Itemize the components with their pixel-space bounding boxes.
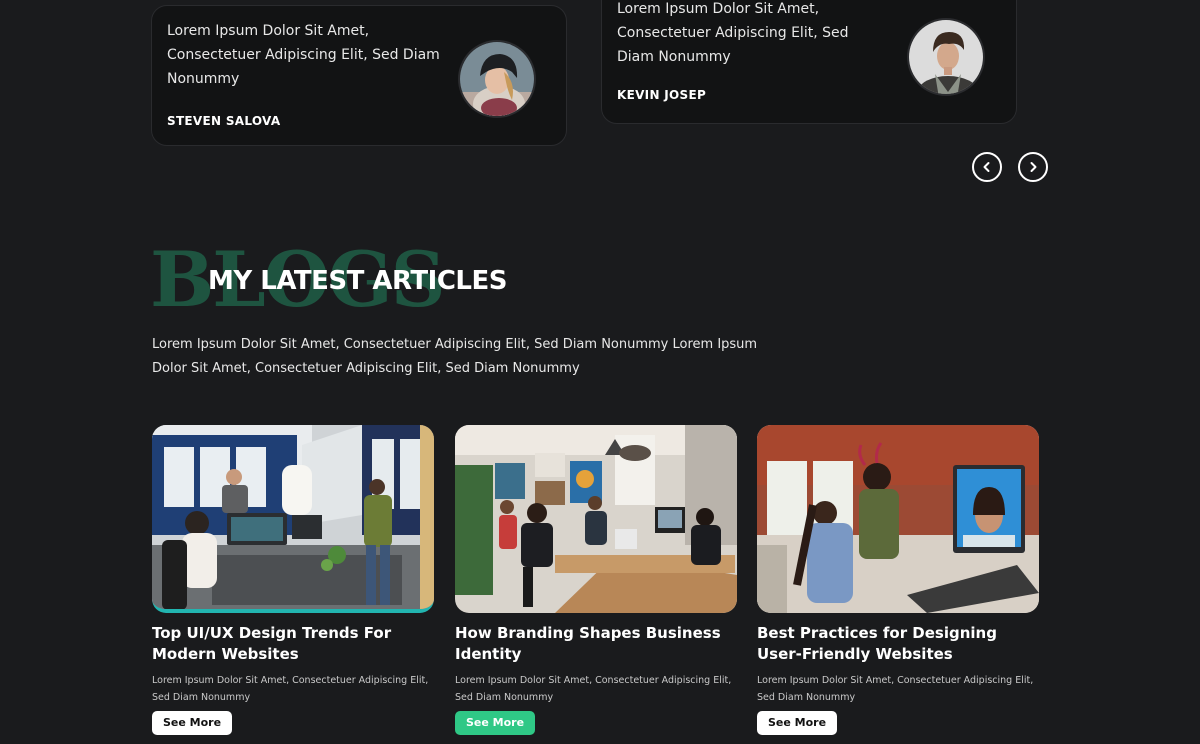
section-title: MY LATEST ARTICLES [208,266,507,296]
article-excerpt: Lorem Ipsum Dolor Sit Amet, Consectetuer… [455,675,732,703]
article-image[interactable] [455,425,737,613]
article-image[interactable] [757,425,1039,613]
avatar [458,40,536,118]
article-title[interactable]: How Branding Shapes Business Identity [455,623,737,665]
carousel-prev-button[interactable] [972,152,1002,182]
testimonial-card: Lorem Ipsum Dolor Sit Amet, Consectetuer… [601,0,1017,124]
testimonial-quote: Lorem Ipsum Dolor Sit Amet, Consectetuer… [617,1,849,65]
article-card: Top UI/UX Design Trends For Modern Websi… [152,425,434,735]
see-more-button[interactable]: See More [455,711,536,735]
article-excerpt: Lorem Ipsum Dolor Sit Amet, Consectetuer… [757,675,1034,703]
article-title[interactable]: Best Practices for Designing User-Friend… [757,623,1039,665]
testimonial-author: KEVIN JOSEP [617,88,707,102]
testimonial-quote: Lorem Ipsum Dolor Sit Amet, Consectetuer… [167,23,440,87]
article-excerpt: Lorem Ipsum Dolor Sit Amet, Consectetuer… [152,675,429,703]
section-description: Lorem Ipsum Dolor Sit Amet, Consectetuer… [152,337,758,376]
chevron-right-icon [1030,162,1037,172]
avatar [907,18,985,96]
article-image[interactable] [152,425,434,613]
article-card: Best Practices for Designing User-Friend… [757,425,1039,735]
see-more-button[interactable]: See More [152,711,233,735]
article-card: How Branding Shapes Business Identity Lo… [455,425,737,735]
testimonial-author: STEVEN SALOVA [167,114,281,128]
testimonial-card: Lorem Ipsum Dolor Sit Amet, Consectetuer… [151,5,567,146]
carousel-next-button[interactable] [1018,152,1048,182]
chevron-left-icon [983,162,990,172]
article-title[interactable]: Top UI/UX Design Trends For Modern Websi… [152,623,434,665]
see-more-button[interactable]: See More [757,711,838,735]
